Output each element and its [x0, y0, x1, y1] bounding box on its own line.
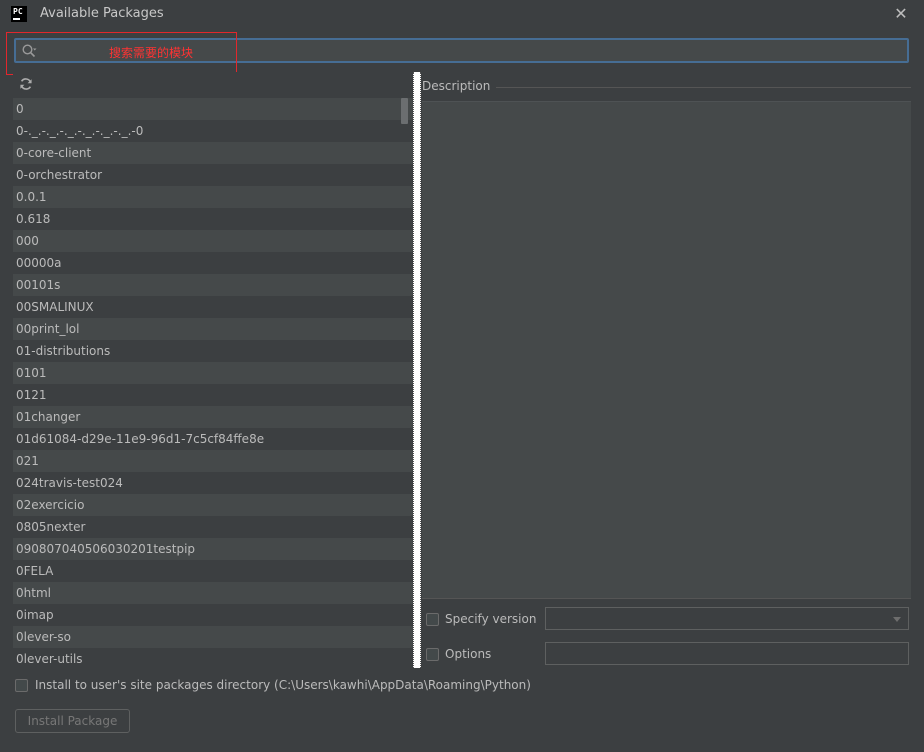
options-checkbox[interactable] [426, 648, 439, 661]
options-label: Options [445, 647, 492, 661]
description-label: Description [422, 79, 497, 93]
package-row[interactable]: 0-orchestrator [13, 164, 413, 186]
close-icon[interactable]: ✕ [891, 4, 911, 24]
window-title: Available Packages [40, 6, 164, 21]
package-row[interactable]: 0.618 [13, 208, 413, 230]
app-icon-text: PC [13, 7, 23, 16]
annotation-text: 搜索需要的模块 [109, 46, 194, 60]
package-row[interactable]: 0-._.-._.-._.-._.-._.-._.-0 [13, 120, 413, 142]
package-row[interactable]: 0 [13, 98, 413, 120]
package-row[interactable]: 0121 [13, 384, 413, 406]
package-row[interactable]: 00SMALINUX [13, 296, 413, 318]
chevron-down-icon [893, 617, 901, 622]
package-list-panel: 0 0-._.-._.-._.-._.-._.-._.-0 0-core-clien… [13, 72, 413, 668]
package-row[interactable]: 02exercicio [13, 494, 413, 516]
package-row[interactable]: 00101s [13, 274, 413, 296]
package-row[interactable]: 0.0.1 [13, 186, 413, 208]
package-list: 0 0-._.-._.-._.-._.-._.-._.-0 0-core-clien… [13, 98, 413, 668]
version-select[interactable] [545, 607, 909, 630]
package-row[interactable]: 01changer [13, 406, 413, 428]
package-row[interactable]: 01d61084-d29e-11e9-96d1-7c5cf84ffe8e [13, 428, 413, 450]
package-row[interactable]: 0html [13, 582, 413, 604]
specify-version-checkbox[interactable] [426, 613, 439, 626]
package-row[interactable]: 0lever-utils [13, 648, 413, 668]
package-row[interactable]: 000 [13, 230, 413, 252]
package-row[interactable]: 0805nexter [13, 516, 413, 538]
package-row[interactable]: 0101 [13, 362, 413, 384]
package-row[interactable]: 0imap [13, 604, 413, 626]
refresh-icon[interactable] [19, 77, 33, 91]
install-to-user-label: Install to user's site packages director… [35, 678, 531, 692]
description-pane [422, 101, 911, 599]
pycharm-logo-icon: PC [11, 6, 27, 22]
package-row[interactable]: 024travis-test024 [13, 472, 413, 494]
package-row[interactable]: 090807040506030201testpip [13, 538, 413, 560]
title-bar: PC Available Packages ✕ [0, 0, 924, 30]
package-row[interactable]: 0lever-so [13, 626, 413, 648]
panel-splitter[interactable] [413, 72, 421, 668]
scrollbar-thumb[interactable] [401, 98, 408, 124]
package-row[interactable]: 00print_lol [13, 318, 413, 340]
package-row[interactable]: 0-core-client [13, 142, 413, 164]
package-row[interactable]: 00000a [13, 252, 413, 274]
package-list-scrollbar[interactable] [398, 98, 411, 668]
install-package-button[interactable]: Install Package [15, 709, 130, 733]
package-row[interactable]: 01-distributions [13, 340, 413, 362]
install-to-user-checkbox[interactable] [15, 679, 28, 692]
package-row[interactable]: 0FELA [13, 560, 413, 582]
options-input[interactable] [545, 642, 909, 665]
package-row[interactable]: 021 [13, 450, 413, 472]
description-separator [494, 87, 911, 88]
search-icon [22, 44, 37, 58]
specify-version-label: Specify version [445, 612, 537, 626]
